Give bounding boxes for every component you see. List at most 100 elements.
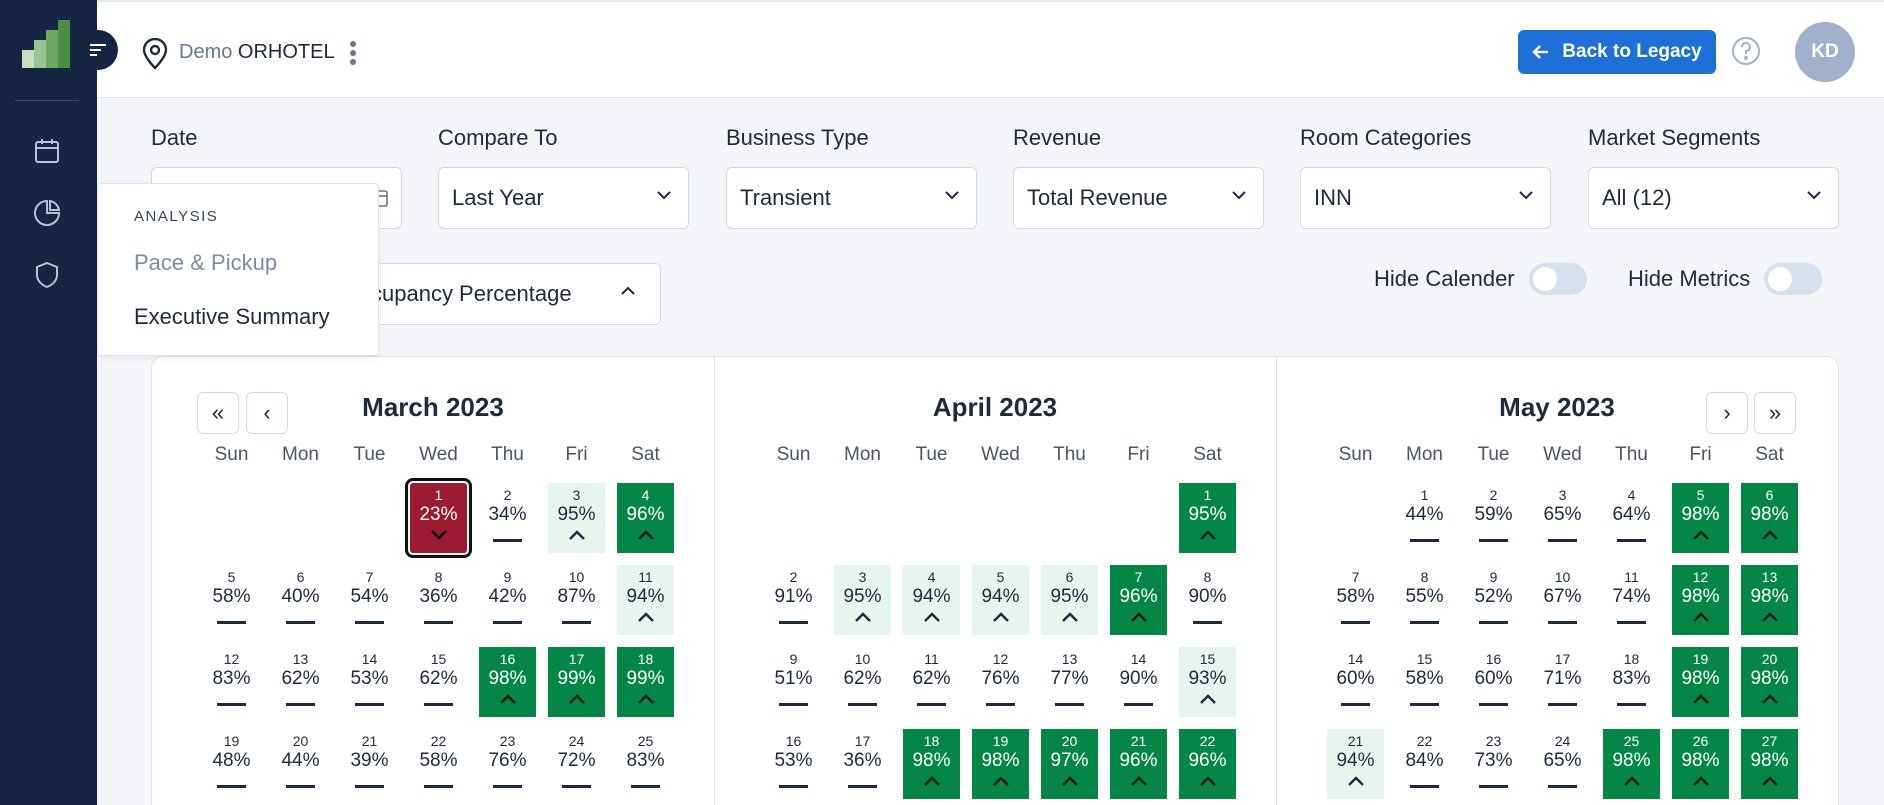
calendar-day[interactable]: 21 96% [1110,729,1167,799]
calendar-day[interactable]: 2 34% [479,483,536,553]
calendar-day[interactable]: 1 23% [405,478,472,558]
calendar-day[interactable]: 27 98% [1741,729,1798,799]
calendar-day[interactable]: 4 94% [903,565,960,635]
day-occupancy: 95% [843,586,882,607]
calendar-day[interactable]: 20 97% [1041,729,1098,799]
calendar-day[interactable]: 12 76% [972,647,1029,717]
shield-icon[interactable] [32,260,62,290]
calendar-day[interactable]: 9 42% [479,565,536,635]
calendar-day[interactable]: 5 98% [1672,483,1729,553]
calendar-day[interactable]: 2 91% [765,565,822,635]
calendar-day[interactable]: 16 98% [479,647,536,717]
calendar-day[interactable]: 17 36% [834,729,891,799]
calendar-day[interactable]: 15 58% [1396,647,1453,717]
calendar-day[interactable]: 7 58% [1327,565,1384,635]
hide-metrics-toggle[interactable] [1764,263,1823,295]
calendar-day[interactable]: 6 40% [272,565,329,635]
menu-item-executive-summary[interactable]: Executive Summary [134,304,330,330]
back-to-legacy-button[interactable]: Back to Legacy [1518,30,1716,74]
calendar-day[interactable]: 20 44% [272,729,329,799]
calendar-day[interactable]: 14 60% [1327,647,1384,717]
metric-select[interactable]: ccupancy Percentage [339,263,661,325]
pie-chart-icon[interactable] [32,198,62,228]
compare-to-select[interactable]: Last Year [438,167,689,229]
calendar-day[interactable]: 18 98% [903,729,960,799]
calendar-day[interactable]: 1 95% [1179,483,1236,553]
calendar-day[interactable]: 6 98% [1741,483,1798,553]
help-icon[interactable] [1731,36,1761,66]
calendar-day[interactable]: 17 71% [1534,647,1591,717]
calendar-day[interactable]: 4 96% [617,483,674,553]
chevron-up-icon [621,286,635,295]
calendar-day[interactable]: 22 84% [1396,729,1453,799]
calendar-day[interactable]: 18 99% [617,647,674,717]
property-name[interactable]: Demo ORHOTEL [179,41,335,64]
calendar-day[interactable]: 5 94% [972,565,1029,635]
calendar-day[interactable]: 23 76% [479,729,536,799]
calendar-day[interactable]: 18 83% [1603,647,1660,717]
menu-item-pace-pickup[interactable]: Pace & Pickup [134,250,277,276]
month-title: March 2023 [362,392,504,422]
calendar-icon[interactable] [32,136,62,166]
calendar-day[interactable]: 19 98% [1672,647,1729,717]
calendar-day[interactable]: 3 95% [548,483,605,553]
calendar-day[interactable]: 5 58% [203,565,260,635]
app-logo-icon[interactable] [22,20,72,68]
calendar-day[interactable]: 24 72% [548,729,605,799]
calendar-day[interactable]: 23 73% [1465,729,1522,799]
calendar-day[interactable]: 14 53% [341,647,398,717]
calendar-day[interactable]: 13 62% [272,647,329,717]
room-categories-select[interactable]: INN [1300,167,1551,229]
calendar-day[interactable]: 8 55% [1396,565,1453,635]
calendar-day[interactable]: 19 48% [203,729,260,799]
calendar-day[interactable]: 2 59% [1465,483,1522,553]
calendar-day[interactable]: 21 94% [1327,729,1384,799]
calendar-day[interactable]: 9 51% [765,647,822,717]
calendar-day[interactable]: 9 52% [1465,565,1522,635]
calendar-day[interactable]: 21 39% [341,729,398,799]
calendar-day[interactable]: 11 62% [903,647,960,717]
calendar-day[interactable]: 26 98% [1672,729,1729,799]
more-vertical-icon[interactable] [349,40,357,66]
calendar-day[interactable]: 3 95% [834,565,891,635]
hide-calendar-toggle[interactable] [1528,263,1587,295]
calendar-day[interactable]: 6 95% [1041,565,1098,635]
trend-up-icon [1672,774,1729,794]
calendar-day[interactable]: 14 90% [1110,647,1167,717]
calendar-day[interactable]: 13 98% [1741,565,1798,635]
calendar-day[interactable]: 15 62% [410,647,467,717]
calendar-day[interactable]: 7 54% [341,565,398,635]
calendar-day[interactable]: 24 65% [1534,729,1591,799]
calendar-day[interactable]: 19 98% [972,729,1029,799]
market-segments-select[interactable]: All (12) [1588,167,1839,229]
calendar-day[interactable]: 10 67% [1534,565,1591,635]
calendar-day[interactable]: 13 77% [1041,647,1098,717]
calendar-day[interactable]: 4 64% [1603,483,1660,553]
day-occupancy: 98% [1750,504,1789,525]
calendar-day[interactable]: 16 60% [1465,647,1522,717]
calendar-day[interactable]: 16 53% [765,729,822,799]
calendar-day[interactable]: 12 98% [1672,565,1729,635]
calendar-day[interactable]: 8 36% [410,565,467,635]
menu-toggle-button[interactable] [78,30,118,70]
calendar-day[interactable]: 3 65% [1534,483,1591,553]
calendar-day[interactable]: 11 74% [1603,565,1660,635]
calendar-day[interactable]: 11 94% [617,565,674,635]
calendar-day[interactable]: 12 83% [203,647,260,717]
calendar-day[interactable]: 17 99% [548,647,605,717]
user-avatar[interactable]: KD [1795,22,1855,82]
calendar-day[interactable]: 20 98% [1741,647,1798,717]
revenue-select[interactable]: Total Revenue [1013,167,1264,229]
calendar-day[interactable]: 8 90% [1179,565,1236,635]
calendar-day[interactable]: 10 62% [834,647,891,717]
calendar-day[interactable]: 7 96% [1110,565,1167,635]
calendar-day[interactable]: 25 83% [617,729,674,799]
calendar-day[interactable]: 25 98% [1603,729,1660,799]
business-type-select[interactable]: Transient [726,167,977,229]
calendar-day[interactable]: 10 87% [548,565,605,635]
calendar-day[interactable]: 22 96% [1179,729,1236,799]
calendar-day[interactable]: 15 93% [1179,647,1236,717]
calendar-day[interactable]: 22 58% [410,729,467,799]
calendar-day[interactable]: 1 44% [1396,483,1453,553]
trend-up-icon [548,692,605,712]
